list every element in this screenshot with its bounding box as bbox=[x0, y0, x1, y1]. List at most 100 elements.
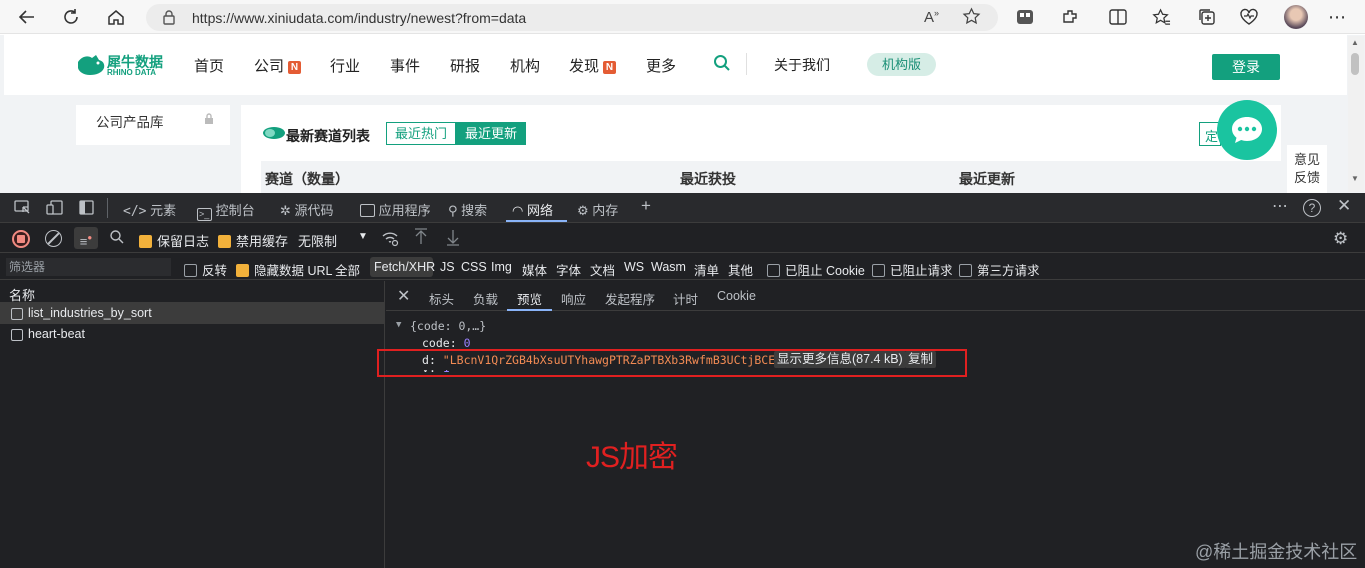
invert-checkbox[interactable]: 反转 bbox=[184, 260, 227, 279]
checkbox-unchecked[interactable] bbox=[184, 264, 197, 277]
scroll-down-icon[interactable]: ▼ bbox=[1351, 174, 1359, 183]
type-wasm[interactable]: Wasm bbox=[651, 260, 686, 274]
tab-network[interactable]: ◠ 网络 bbox=[512, 200, 553, 219]
feedback-button[interactable]: 意见 反馈 bbox=[1287, 145, 1327, 193]
throttle-select[interactable]: 无限制 bbox=[298, 231, 337, 250]
home-icon[interactable] bbox=[103, 4, 129, 30]
nav-industry[interactable]: 行业 bbox=[330, 55, 360, 76]
more-icon[interactable]: ⋯ bbox=[1326, 6, 1348, 28]
close-detail-icon[interactable]: ✕ bbox=[397, 286, 410, 306]
login-button[interactable]: 登录 bbox=[1212, 54, 1280, 80]
lock-icon[interactable] bbox=[162, 10, 176, 30]
nav-about[interactable]: 关于我们 bbox=[774, 55, 830, 75]
chat-button[interactable] bbox=[1217, 100, 1277, 160]
url-text[interactable]: https://www.xiniudata.com/industry/newes… bbox=[192, 10, 526, 26]
extension-icon[interactable] bbox=[1059, 6, 1081, 28]
request-name[interactable]: heart-beat bbox=[28, 327, 85, 341]
nav-events[interactable]: 事件 bbox=[390, 55, 420, 76]
device-toolbar-icon[interactable] bbox=[46, 200, 63, 220]
tab-recent-update[interactable]: 最近更新 bbox=[456, 122, 526, 145]
nav-home[interactable]: 首页 bbox=[194, 55, 224, 76]
tab-cookies[interactable]: Cookie bbox=[717, 289, 756, 303]
request-row[interactable]: list_industries_by_sort bbox=[0, 303, 385, 324]
tab-memory[interactable]: ⚙ 内存 bbox=[577, 200, 618, 219]
type-all[interactable]: 全部 bbox=[335, 260, 360, 279]
tab-recent-hot[interactable]: 最近热门 bbox=[386, 122, 456, 145]
type-img[interactable]: Img bbox=[491, 260, 512, 274]
split-icon[interactable] bbox=[1107, 6, 1129, 28]
tab-headers[interactable]: 标头 bbox=[429, 289, 454, 308]
type-font[interactable]: 字体 bbox=[556, 260, 581, 279]
back-icon[interactable] bbox=[14, 4, 40, 30]
nav-reports[interactable]: 研报 bbox=[450, 55, 480, 76]
nav-company-label[interactable]: 公司 bbox=[254, 58, 284, 75]
request-row[interactable]: heart-beat bbox=[0, 324, 385, 345]
type-js[interactable]: JS bbox=[440, 260, 455, 274]
scroll-up-icon[interactable]: ▲ bbox=[1351, 38, 1359, 47]
heart-icon[interactable] bbox=[1238, 6, 1260, 28]
read-aloud-icon[interactable]: A» bbox=[924, 8, 939, 26]
type-media[interactable]: 媒体 bbox=[522, 260, 547, 279]
settings-gear-icon[interactable]: ⚙ bbox=[1333, 229, 1348, 249]
json-root[interactable]: {code: 0,…} bbox=[410, 319, 486, 333]
checkbox-unchecked[interactable] bbox=[959, 264, 972, 277]
nav-institutions[interactable]: 机构 bbox=[510, 55, 540, 76]
favorites-icon[interactable] bbox=[1150, 6, 1172, 28]
upload-icon[interactable] bbox=[413, 228, 429, 251]
tab-search[interactable]: ⚲ 搜索 bbox=[448, 200, 487, 219]
institution-version-button[interactable]: 机构版 bbox=[867, 53, 936, 76]
nav-discover[interactable]: 发现 N bbox=[569, 55, 617, 76]
tab-elements[interactable]: </> 元素 bbox=[123, 200, 176, 219]
filter-input[interactable]: 筛选器 bbox=[6, 258, 171, 276]
expand-triangle-icon[interactable]: ▼ bbox=[396, 320, 401, 330]
dock-icon[interactable] bbox=[79, 200, 94, 220]
checkbox-checked[interactable] bbox=[218, 235, 231, 248]
name-column-header[interactable]: 名称 bbox=[0, 281, 385, 303]
address-bar[interactable]: https://www.xiniudata.com/industry/newes… bbox=[146, 4, 998, 31]
more-icon[interactable]: ⋯ bbox=[1272, 196, 1288, 216]
hide-data-url-checkbox[interactable]: 隐藏数据 URL bbox=[236, 260, 332, 279]
preserve-log-checkbox[interactable]: 保留日志 bbox=[139, 231, 209, 250]
download-icon[interactable] bbox=[445, 228, 461, 251]
avatar[interactable] bbox=[1284, 5, 1308, 29]
tab-initiator[interactable]: 发起程序 bbox=[605, 289, 655, 308]
type-other[interactable]: 其他 bbox=[728, 260, 753, 279]
search-icon[interactable] bbox=[713, 54, 731, 77]
tab-preview[interactable]: 预览 bbox=[517, 289, 542, 308]
close-icon[interactable]: ✕ bbox=[1337, 196, 1351, 216]
collections-icon[interactable] bbox=[1196, 6, 1218, 28]
checkbox-checked[interactable] bbox=[139, 235, 152, 248]
tab-timing[interactable]: 计时 bbox=[673, 289, 698, 308]
blocked-requests-checkbox[interactable]: 已阻止请求 bbox=[872, 260, 953, 279]
tab-response[interactable]: 响应 bbox=[561, 289, 586, 308]
type-ws[interactable]: WS bbox=[624, 260, 644, 274]
disable-cache-checkbox[interactable]: 禁用缓存 bbox=[218, 231, 288, 250]
third-party-checkbox[interactable]: 第三方请求 bbox=[959, 260, 1040, 279]
chevron-down-icon[interactable]: ▼ bbox=[358, 231, 368, 242]
side-item-product-library[interactable]: 公司产品库 bbox=[96, 111, 164, 131]
add-tab-icon[interactable]: + bbox=[641, 196, 651, 216]
site-logo[interactable]: 犀牛数据 RHINO DATA bbox=[77, 52, 163, 78]
record-icon[interactable] bbox=[12, 230, 30, 248]
inspect-icon[interactable] bbox=[14, 200, 31, 220]
request-name[interactable]: list_industries_by_sort bbox=[28, 306, 152, 320]
checkbox-unchecked[interactable] bbox=[872, 264, 885, 277]
tab-icon[interactable] bbox=[1014, 6, 1036, 28]
search-icon[interactable] bbox=[109, 229, 125, 250]
clear-icon[interactable] bbox=[45, 230, 62, 247]
blocked-cookies-checkbox[interactable]: 已阻止 Cookie bbox=[767, 260, 865, 279]
tab-console[interactable]: >_ 控制台 bbox=[197, 200, 255, 221]
tab-application[interactable]: 应用程序 bbox=[360, 200, 431, 219]
type-doc[interactable]: 文档 bbox=[590, 260, 615, 279]
help-icon[interactable]: ? bbox=[1303, 199, 1321, 217]
scroll-thumb[interactable] bbox=[1351, 53, 1359, 75]
tab-payload[interactable]: 负载 bbox=[473, 289, 498, 308]
filter-icon[interactable]: ≡● bbox=[74, 227, 98, 249]
type-css[interactable]: CSS bbox=[461, 260, 487, 274]
star-icon[interactable] bbox=[962, 7, 981, 31]
type-manifest[interactable]: 清单 bbox=[694, 260, 719, 279]
refresh-icon[interactable] bbox=[58, 4, 84, 30]
checkbox-checked[interactable] bbox=[236, 264, 249, 277]
nav-discover-label[interactable]: 发现 bbox=[569, 58, 599, 75]
type-fetch-xhr[interactable]: Fetch/XHR bbox=[374, 260, 435, 274]
